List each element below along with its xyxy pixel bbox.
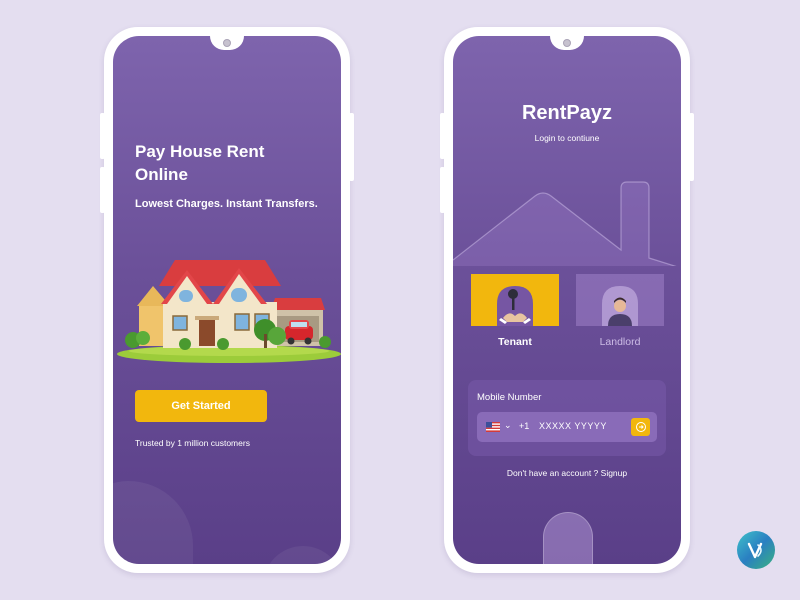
tenant-role-label: Tenant	[498, 336, 532, 348]
app-name: RentPayz	[521, 102, 613, 124]
arrow-right-circle-icon	[635, 422, 646, 432]
phone-side-button	[100, 167, 105, 213]
onboarding-screen: Pay House Rent Online Lowest Charges. In…	[113, 36, 341, 564]
phone-side-button	[100, 113, 105, 159]
brand-logo-mark	[747, 542, 763, 559]
get-started-button[interactable]: Get Started	[135, 390, 267, 422]
trust-text: Trusted by 1 million customers	[135, 438, 250, 448]
roof-outline-graphic	[453, 181, 681, 266]
mobile-number-input[interactable]: XXXXX YYYYY	[539, 421, 607, 431]
mobile-number-field[interactable]: ⌄ +1 XXXXX YYYYY	[477, 412, 657, 442]
onboarding-phone: Pay House Rent Online Lowest Charges. In…	[100, 27, 354, 573]
us-flag-icon[interactable]	[486, 422, 500, 432]
camera-icon	[223, 39, 231, 47]
phone-side-button	[689, 113, 694, 181]
login-phone: RentPayz Login to contiune Tenant Landlo…	[440, 27, 694, 573]
decorative-blob	[113, 481, 193, 564]
camera-icon	[563, 39, 571, 47]
hero-title: Pay House Rent Online	[135, 142, 265, 184]
signup-link[interactable]: Don't have an account ? Signup	[453, 468, 681, 478]
tenant-role-card[interactable]	[471, 274, 559, 326]
landlord-avatar-icon	[602, 286, 638, 326]
login-subtitle: Login to contiune	[534, 133, 600, 143]
phone-notch	[210, 36, 244, 50]
landlord-role-label: Landlord	[599, 336, 641, 348]
phone-notch	[550, 36, 584, 50]
login-screen: RentPayz Login to contiune Tenant Landlo…	[453, 36, 681, 564]
chevron-down-icon[interactable]: ⌄	[504, 420, 512, 431]
hero-subtitle: Lowest Charges. Instant Transfers.	[135, 198, 318, 210]
house-illustration	[117, 260, 341, 363]
phone-side-button	[440, 167, 445, 213]
country-code: +1	[519, 421, 530, 431]
door-decoration	[543, 512, 593, 564]
phone-side-button	[440, 113, 445, 159]
phone-side-button	[349, 113, 354, 181]
landlord-role-card[interactable]	[576, 274, 664, 326]
mobile-login-card: Mobile Number ⌄ +1 XXXXX YYYYY	[468, 380, 666, 456]
mobile-number-label: Mobile Number	[477, 392, 542, 403]
handshake-key-icon	[497, 286, 533, 326]
decorative-blob	[263, 546, 341, 564]
submit-button[interactable]	[631, 418, 650, 436]
brand-logo-icon	[737, 531, 775, 569]
